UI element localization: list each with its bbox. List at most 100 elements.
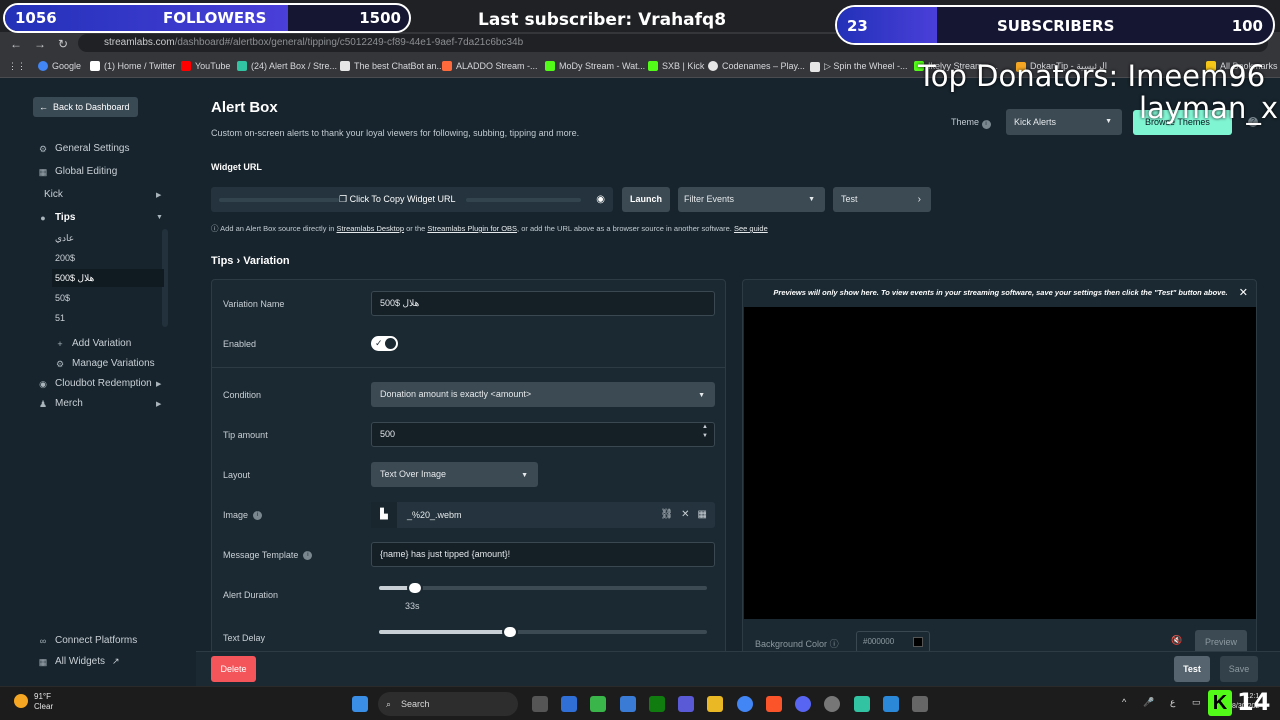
- add-variation-button[interactable]: + Add Variation: [55, 338, 131, 349]
- subs-label: SUBSCRIBERS: [997, 17, 1115, 35]
- forward-arrow-icon[interactable]: →: [32, 36, 48, 52]
- bookmark-google[interactable]: Google: [38, 61, 81, 71]
- layout-select[interactable]: Text Over Image ▼: [371, 462, 538, 487]
- sidebar-item-tips[interactable]: ● Tips: [38, 212, 75, 223]
- see-guide-link[interactable]: See guide: [734, 224, 768, 233]
- message-template-input[interactable]: {name} has just tipped {amount}!: [371, 542, 715, 567]
- link-icon[interactable]: ⛓: [660, 502, 673, 528]
- caret-right-icon: ▶: [156, 401, 162, 408]
- taskbar: [0, 686, 1280, 720]
- reload-icon[interactable]: ↻: [55, 36, 71, 52]
- background-color-input[interactable]: #000000: [856, 631, 930, 653]
- filter-events-select[interactable]: Filter Events ▼: [678, 187, 825, 212]
- sidebar-item-global-editing[interactable]: ▦ Global Editing: [38, 166, 118, 177]
- variation-item-active[interactable]: 500$ هلال: [52, 269, 164, 287]
- file-explorer-icon[interactable]: [707, 696, 723, 712]
- widget-url-field[interactable]: ❐ Click To Copy Widget URL ◉: [211, 187, 613, 212]
- chatbot-icon: [340, 61, 350, 71]
- url-host: streamlabs.com: [104, 37, 175, 48]
- brave-icon[interactable]: [766, 696, 782, 712]
- shirt-icon: ♟: [38, 398, 48, 409]
- slider-handle[interactable]: [407, 581, 424, 595]
- number-spinner[interactable]: ▲ ▼: [702, 423, 708, 441]
- gallery-icon[interactable]: ▦: [698, 502, 707, 528]
- network-icon[interactable]: ▭: [1192, 697, 1201, 708]
- test-events-button[interactable]: Test ›: [833, 187, 931, 212]
- variation-item[interactable]: 200$: [52, 249, 164, 267]
- image-file-field[interactable]: ▙ _%20_.webm ⛓ ✕ ▦: [371, 502, 715, 528]
- sidebar-item-connect-platforms[interactable]: ∞ Connect Platforms: [38, 635, 137, 646]
- bookmark-alertbox[interactable]: (24) Alert Box / Stre...: [237, 61, 337, 71]
- slider-fill: [379, 630, 511, 634]
- sidebar-item-cloudbot[interactable]: ◉ Cloudbot Redemption: [38, 378, 152, 389]
- color-swatch[interactable]: [913, 637, 923, 647]
- text-delay-slider[interactable]: [379, 625, 707, 639]
- back-to-dashboard-button[interactable]: ← Back to Dashboard: [33, 97, 138, 117]
- bookmark-aladdo[interactable]: ALADDO Stream -...: [442, 61, 538, 71]
- tip-amount-input[interactable]: 500 ▲ ▼: [371, 422, 715, 447]
- streamlabs-desktop-link[interactable]: Streamlabs Desktop: [337, 224, 405, 233]
- sidebar-item-kick[interactable]: Kick: [44, 189, 63, 200]
- preview-message: Previews will only show here. To view ev…: [773, 288, 1228, 297]
- variation-item[interactable]: عادي: [52, 229, 164, 247]
- streamlabs-obs-plugin-link[interactable]: Streamlabs Plugin for OBS: [427, 224, 517, 233]
- widget-url-label: Widget URL: [211, 162, 262, 172]
- codenames-icon: [708, 61, 718, 71]
- language-indicator[interactable]: ع: [1170, 697, 1175, 708]
- manage-variations-button[interactable]: ⚙ Manage Variations: [55, 358, 155, 369]
- enabled-toggle[interactable]: ✓: [371, 336, 398, 351]
- delete-button[interactable]: Delete: [211, 656, 256, 682]
- copy-widget-url[interactable]: ❐ Click To Copy Widget URL: [339, 187, 455, 212]
- chevron-right-icon: ›: [917, 194, 921, 205]
- variation-item[interactable]: 51: [52, 309, 164, 327]
- sidebar-item-all-widgets[interactable]: ▦ All Widgets ↗: [38, 656, 120, 667]
- app-icon[interactable]: [824, 696, 840, 712]
- chevron-down-icon: ▼: [521, 472, 528, 479]
- apps-grid-icon[interactable]: ⋮⋮: [8, 61, 26, 72]
- launch-button[interactable]: Launch: [622, 187, 670, 212]
- app-icon[interactable]: [678, 696, 694, 712]
- bookmark-codenames[interactable]: Codenames – Play...: [708, 61, 805, 71]
- variation-name-input[interactable]: 500$ هلال: [371, 291, 715, 316]
- mute-icon[interactable]: 🔇: [1171, 635, 1182, 646]
- subs-goal: 100: [1231, 17, 1263, 35]
- gear-icon: ⚙: [55, 358, 65, 369]
- store-icon[interactable]: [620, 696, 636, 712]
- alert-duration-slider[interactable]: [379, 581, 707, 595]
- divider: [212, 367, 725, 368]
- app-icon[interactable]: [561, 696, 577, 712]
- xbox-icon[interactable]: [649, 696, 665, 712]
- condition-select[interactable]: Donation amount is exactly <amount> ▼: [371, 382, 715, 407]
- notepad-icon[interactable]: [883, 696, 899, 712]
- test-button[interactable]: Test: [1174, 656, 1210, 682]
- blurred-url: [219, 198, 339, 202]
- last-subscriber: Last subscriber: Vrahafq8: [478, 10, 727, 30]
- bookmark-sxb[interactable]: SXB | Kick: [648, 61, 704, 71]
- bookmark-mody[interactable]: MoDy Stream - Wat...: [545, 61, 645, 71]
- task-view-icon[interactable]: [532, 696, 548, 712]
- bookmark-spin-wheel[interactable]: ▷ Spin the Wheel -...: [810, 61, 907, 72]
- cloudbot-icon: ◉: [39, 378, 47, 389]
- bookmark-chatbot[interactable]: The best ChatBot an...: [340, 61, 444, 71]
- app-icon[interactable]: [590, 696, 606, 712]
- sidebar-item-general-settings[interactable]: ⚙ General Settings: [38, 143, 130, 154]
- variation-item[interactable]: 50$: [52, 289, 164, 307]
- chevron-up-icon[interactable]: ^: [1122, 697, 1126, 707]
- chrome-icon[interactable]: [737, 696, 753, 712]
- bookmark-youtube[interactable]: YouTube: [181, 61, 230, 71]
- url-path: /dashboard#/alertbox/general/tipping/c50…: [174, 37, 524, 48]
- taskbar-search[interactable]: ⌕ Search: [378, 692, 518, 716]
- streamlabs-icon[interactable]: [854, 696, 870, 712]
- slider-handle[interactable]: [502, 625, 519, 639]
- microphone-icon[interactable]: 🎤: [1143, 697, 1154, 708]
- back-arrow-icon[interactable]: ←: [8, 36, 24, 52]
- save-button[interactable]: Save: [1220, 656, 1258, 682]
- windows-start-icon[interactable]: [352, 696, 368, 712]
- eye-icon[interactable]: ◉: [596, 187, 605, 212]
- discord-icon[interactable]: [795, 696, 811, 712]
- bookmark-twitter[interactable]: (1) Home / Twitter: [90, 61, 175, 71]
- sidebar-item-merch[interactable]: ♟ Merch: [38, 398, 83, 409]
- close-icon[interactable]: ✕: [681, 502, 689, 528]
- settings-icon[interactable]: [912, 696, 928, 712]
- close-icon[interactable]: ✕: [1239, 286, 1248, 299]
